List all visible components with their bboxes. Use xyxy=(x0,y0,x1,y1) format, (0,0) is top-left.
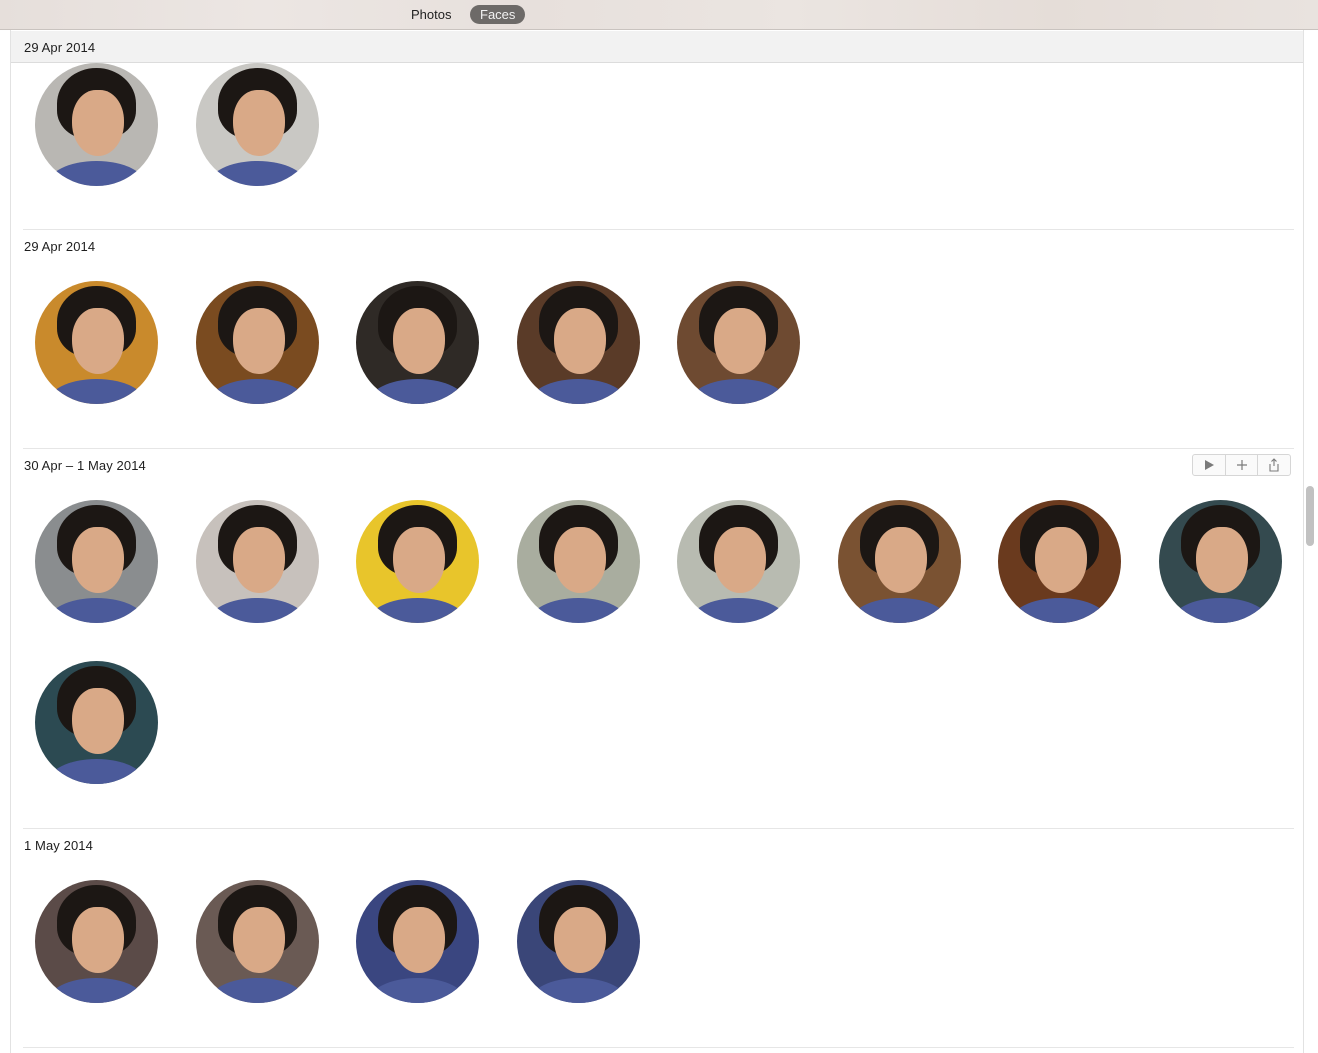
face-shirt xyxy=(850,598,949,623)
face-shirt xyxy=(1010,598,1109,623)
face-skin xyxy=(232,308,285,375)
face-thumbnail[interactable] xyxy=(35,500,158,623)
face-shirt xyxy=(208,598,307,623)
section-title: 30 Apr – 1 May 2014 xyxy=(24,458,146,473)
face-shirt xyxy=(47,978,146,1003)
face-shirt xyxy=(689,379,788,404)
face-thumbnail[interactable] xyxy=(356,500,479,623)
play-slideshow-button[interactable] xyxy=(1193,455,1226,475)
face-shirt xyxy=(368,379,467,404)
section-title: 29 Apr 2014 xyxy=(24,40,96,55)
face-shirt xyxy=(368,978,467,1003)
face-thumbnail[interactable] xyxy=(517,880,640,1003)
face-skin xyxy=(71,907,124,974)
face-skin xyxy=(71,308,124,375)
face-thumbnail[interactable] xyxy=(677,281,800,404)
play-icon xyxy=(1204,460,1214,470)
face-skin xyxy=(392,907,445,974)
face-thumbnail[interactable] xyxy=(356,281,479,404)
face-skin xyxy=(1195,527,1248,594)
face-thumbnail[interactable] xyxy=(517,281,640,404)
face-shirt xyxy=(529,598,628,623)
face-thumbnail[interactable] xyxy=(196,63,319,186)
face-skin xyxy=(392,527,445,594)
section-header: 30 Apr – 1 May 2014 xyxy=(11,449,1303,481)
face-skin xyxy=(71,688,124,755)
face-skin xyxy=(553,907,606,974)
face-skin xyxy=(392,308,445,375)
face-thumbnail[interactable] xyxy=(35,281,158,404)
face-shirt xyxy=(47,161,146,186)
section-divider xyxy=(23,1047,1294,1048)
add-button[interactable] xyxy=(1226,455,1259,475)
face-shirt xyxy=(368,598,467,623)
face-skin xyxy=(874,527,927,594)
share-button[interactable] xyxy=(1258,455,1290,475)
faces-grid: 29 Apr 2014 29 Apr 2014 30 Apr – 1 May 2… xyxy=(10,30,1304,1053)
face-shirt xyxy=(208,978,307,1003)
face-thumbnail[interactable] xyxy=(838,500,961,623)
face-skin xyxy=(232,527,285,594)
plus-icon xyxy=(1236,460,1247,470)
tab-faces[interactable]: Faces xyxy=(470,5,526,24)
face-thumbnail[interactable] xyxy=(1159,500,1282,623)
face-skin xyxy=(713,527,766,594)
face-skin xyxy=(553,308,606,375)
section-header-sticky: 29 Apr 2014 xyxy=(11,31,1303,63)
face-shirt xyxy=(529,379,628,404)
face-shirt xyxy=(47,598,146,623)
face-shirt xyxy=(689,598,788,623)
face-thumbnail[interactable] xyxy=(196,880,319,1003)
face-thumbnail[interactable] xyxy=(517,500,640,623)
face-skin xyxy=(1034,527,1087,594)
toolbar: Photos Faces xyxy=(0,0,1318,30)
face-skin xyxy=(71,527,124,594)
face-skin xyxy=(232,90,285,157)
face-shirt xyxy=(208,379,307,404)
face-shirt xyxy=(529,978,628,1003)
face-thumbnail[interactable] xyxy=(196,281,319,404)
face-thumbnail[interactable] xyxy=(35,63,158,186)
tab-photos[interactable]: Photos xyxy=(401,5,461,24)
face-thumbnail[interactable] xyxy=(196,500,319,623)
face-shirt xyxy=(1171,598,1270,623)
face-skin xyxy=(71,90,124,157)
face-skin xyxy=(713,308,766,375)
section-title: 1 May 2014 xyxy=(24,838,93,853)
face-skin xyxy=(553,527,606,594)
section-header: 29 Apr 2014 xyxy=(11,230,1303,262)
section-title: 29 Apr 2014 xyxy=(24,239,96,254)
face-thumbnail[interactable] xyxy=(356,880,479,1003)
share-icon xyxy=(1269,458,1279,472)
face-thumbnail[interactable] xyxy=(998,500,1121,623)
vertical-scrollbar[interactable] xyxy=(1306,486,1314,546)
face-thumbnail[interactable] xyxy=(35,880,158,1003)
face-shirt xyxy=(47,379,146,404)
face-shirt xyxy=(208,161,307,186)
section-actions xyxy=(1192,454,1291,476)
face-thumbnail[interactable] xyxy=(35,661,158,784)
face-thumbnail[interactable] xyxy=(677,500,800,623)
face-shirt xyxy=(47,759,146,784)
face-skin xyxy=(232,907,285,974)
section-header: 1 May 2014 xyxy=(11,829,1303,861)
